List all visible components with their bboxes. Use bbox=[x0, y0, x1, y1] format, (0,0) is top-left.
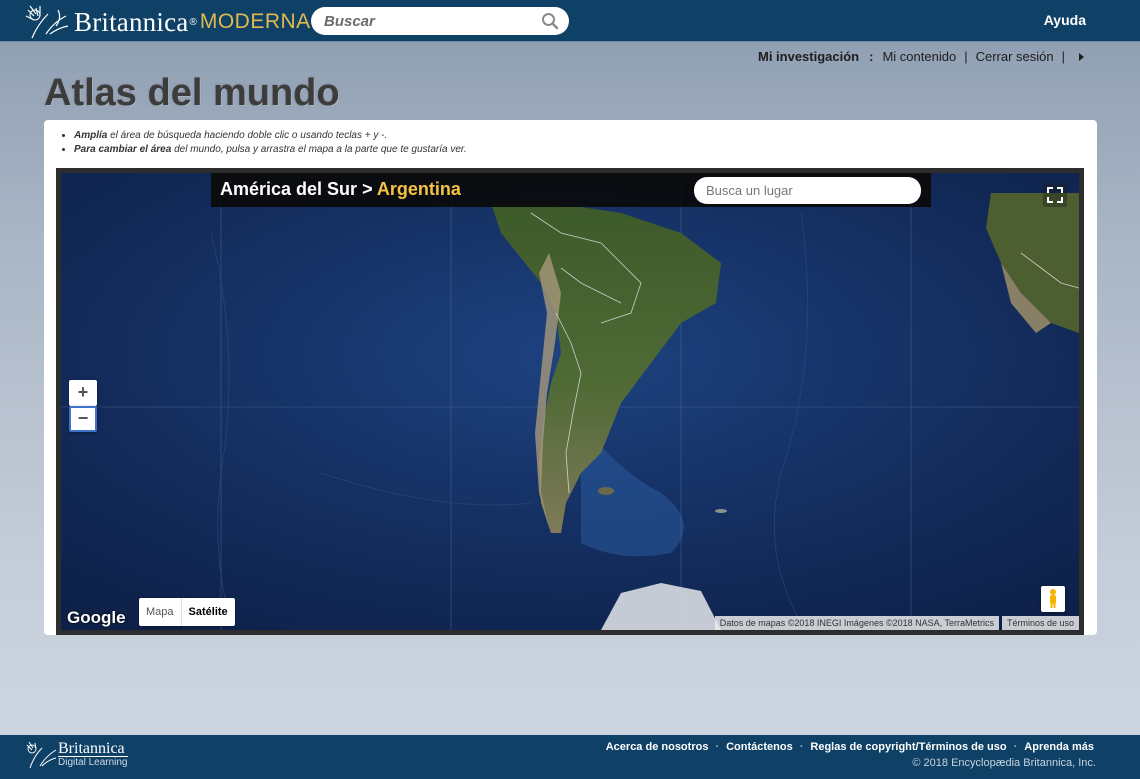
map-attribution: Datos de mapas ©2018 INEGI Imágenes ©201… bbox=[712, 616, 1079, 630]
user-bar: Mi investigación : Mi contenido | Cerrar… bbox=[758, 49, 1084, 64]
zoom-in-button[interactable]: + bbox=[69, 380, 97, 406]
breadcrumb-parent[interactable]: América del Sur bbox=[220, 179, 357, 199]
product-name: MODERNA bbox=[199, 10, 311, 33]
link-separator: · bbox=[1013, 741, 1018, 753]
copyright-text: © 2018 Encyclopædia Britannica, Inc. bbox=[912, 757, 1096, 769]
instruction-item: Amplía el área de búsqueda haciendo dobl… bbox=[74, 130, 467, 141]
about-link[interactable]: Acerca de nosotros bbox=[606, 741, 709, 753]
link-separator: · bbox=[799, 741, 804, 753]
footer-tagline: Digital Learning bbox=[58, 756, 128, 768]
search-icon[interactable] bbox=[541, 12, 559, 30]
thistle-logo-icon bbox=[26, 741, 57, 769]
instruction-bold: Amplía bbox=[74, 130, 108, 141]
separator: | bbox=[964, 49, 968, 64]
footer-links: Acerca de nosotros · Contáctenos · Regla… bbox=[606, 741, 1094, 753]
link-separator: · bbox=[715, 741, 720, 753]
google-logo[interactable]: Google bbox=[67, 608, 126, 628]
registered-mark: ® bbox=[189, 16, 197, 28]
atlas-panel: Amplía el área de búsqueda haciendo dobl… bbox=[44, 120, 1097, 635]
footer-logo[interactable]: Britannica Digital Learning bbox=[24, 740, 128, 770]
fullscreen-button[interactable] bbox=[1043, 183, 1067, 207]
breadcrumb-current: Argentina bbox=[376, 179, 461, 199]
breadcrumb-separator: > bbox=[357, 179, 377, 199]
map-type-map-button[interactable]: Mapa bbox=[139, 598, 181, 626]
satellite-imagery[interactable] bbox=[61, 173, 1079, 630]
thistle-logo-icon bbox=[25, 5, 69, 39]
learn-more-link[interactable]: Aprenda más bbox=[1024, 741, 1094, 753]
page-title: Atlas del mundo bbox=[44, 72, 340, 114]
footer: Britannica Digital Learning Acerca de no… bbox=[0, 735, 1140, 779]
caret-right-icon[interactable] bbox=[1079, 52, 1084, 61]
map-type-control: Mapa Satélite bbox=[139, 598, 235, 626]
instructions-list: Amplía el área de búsqueda haciendo dobl… bbox=[74, 130, 467, 158]
terms-link[interactable]: Términos de uso bbox=[1001, 616, 1079, 630]
instruction-item: Para cambiar el área del mundo, pulsa y … bbox=[74, 144, 467, 155]
place-search-input[interactable] bbox=[694, 177, 921, 204]
logout-link[interactable]: Cerrar sesión bbox=[976, 49, 1054, 64]
global-search bbox=[311, 7, 569, 35]
map-breadcrumb: América del Sur > Argentina bbox=[220, 179, 461, 200]
top-header: Britannica ® MODERNA Ayuda bbox=[0, 0, 1140, 42]
map-type-satellite-button[interactable]: Satélite bbox=[180, 598, 235, 626]
pegman-icon bbox=[1050, 589, 1056, 608]
help-link[interactable]: Ayuda bbox=[1044, 12, 1086, 28]
fullscreen-icon bbox=[1047, 187, 1063, 203]
contact-link[interactable]: Contáctenos bbox=[726, 741, 793, 753]
separator: | bbox=[1061, 49, 1065, 64]
brand-name: Britannica bbox=[74, 6, 189, 37]
instruction-bold: Para cambiar el área bbox=[74, 144, 172, 155]
search-input[interactable] bbox=[324, 12, 541, 30]
my-research-label[interactable]: Mi investigación bbox=[758, 49, 859, 64]
britannica-logo[interactable]: Britannica ® MODERNA bbox=[24, 4, 311, 40]
instruction-text: del mundo, pulsa y arrastra el mapa a la… bbox=[171, 144, 467, 155]
zoom-out-button[interactable]: − bbox=[69, 406, 97, 432]
attribution-text: Datos de mapas ©2018 INEGI Imágenes ©201… bbox=[714, 616, 999, 630]
world-map[interactable]: América del Sur > Argentina + − Google M… bbox=[56, 168, 1084, 635]
instruction-text: el área de búsqueda haciendo doble clic … bbox=[107, 130, 388, 141]
map-breadcrumb-bar: América del Sur > Argentina bbox=[211, 173, 931, 207]
footer-brand: Britannica bbox=[58, 740, 125, 757]
colon-separator: : bbox=[869, 49, 874, 64]
street-view-pegman[interactable] bbox=[1041, 586, 1065, 612]
copyright-terms-link[interactable]: Reglas de copyright/Términos de uso bbox=[810, 741, 1006, 753]
my-content-link[interactable]: Mi contenido bbox=[882, 49, 956, 64]
